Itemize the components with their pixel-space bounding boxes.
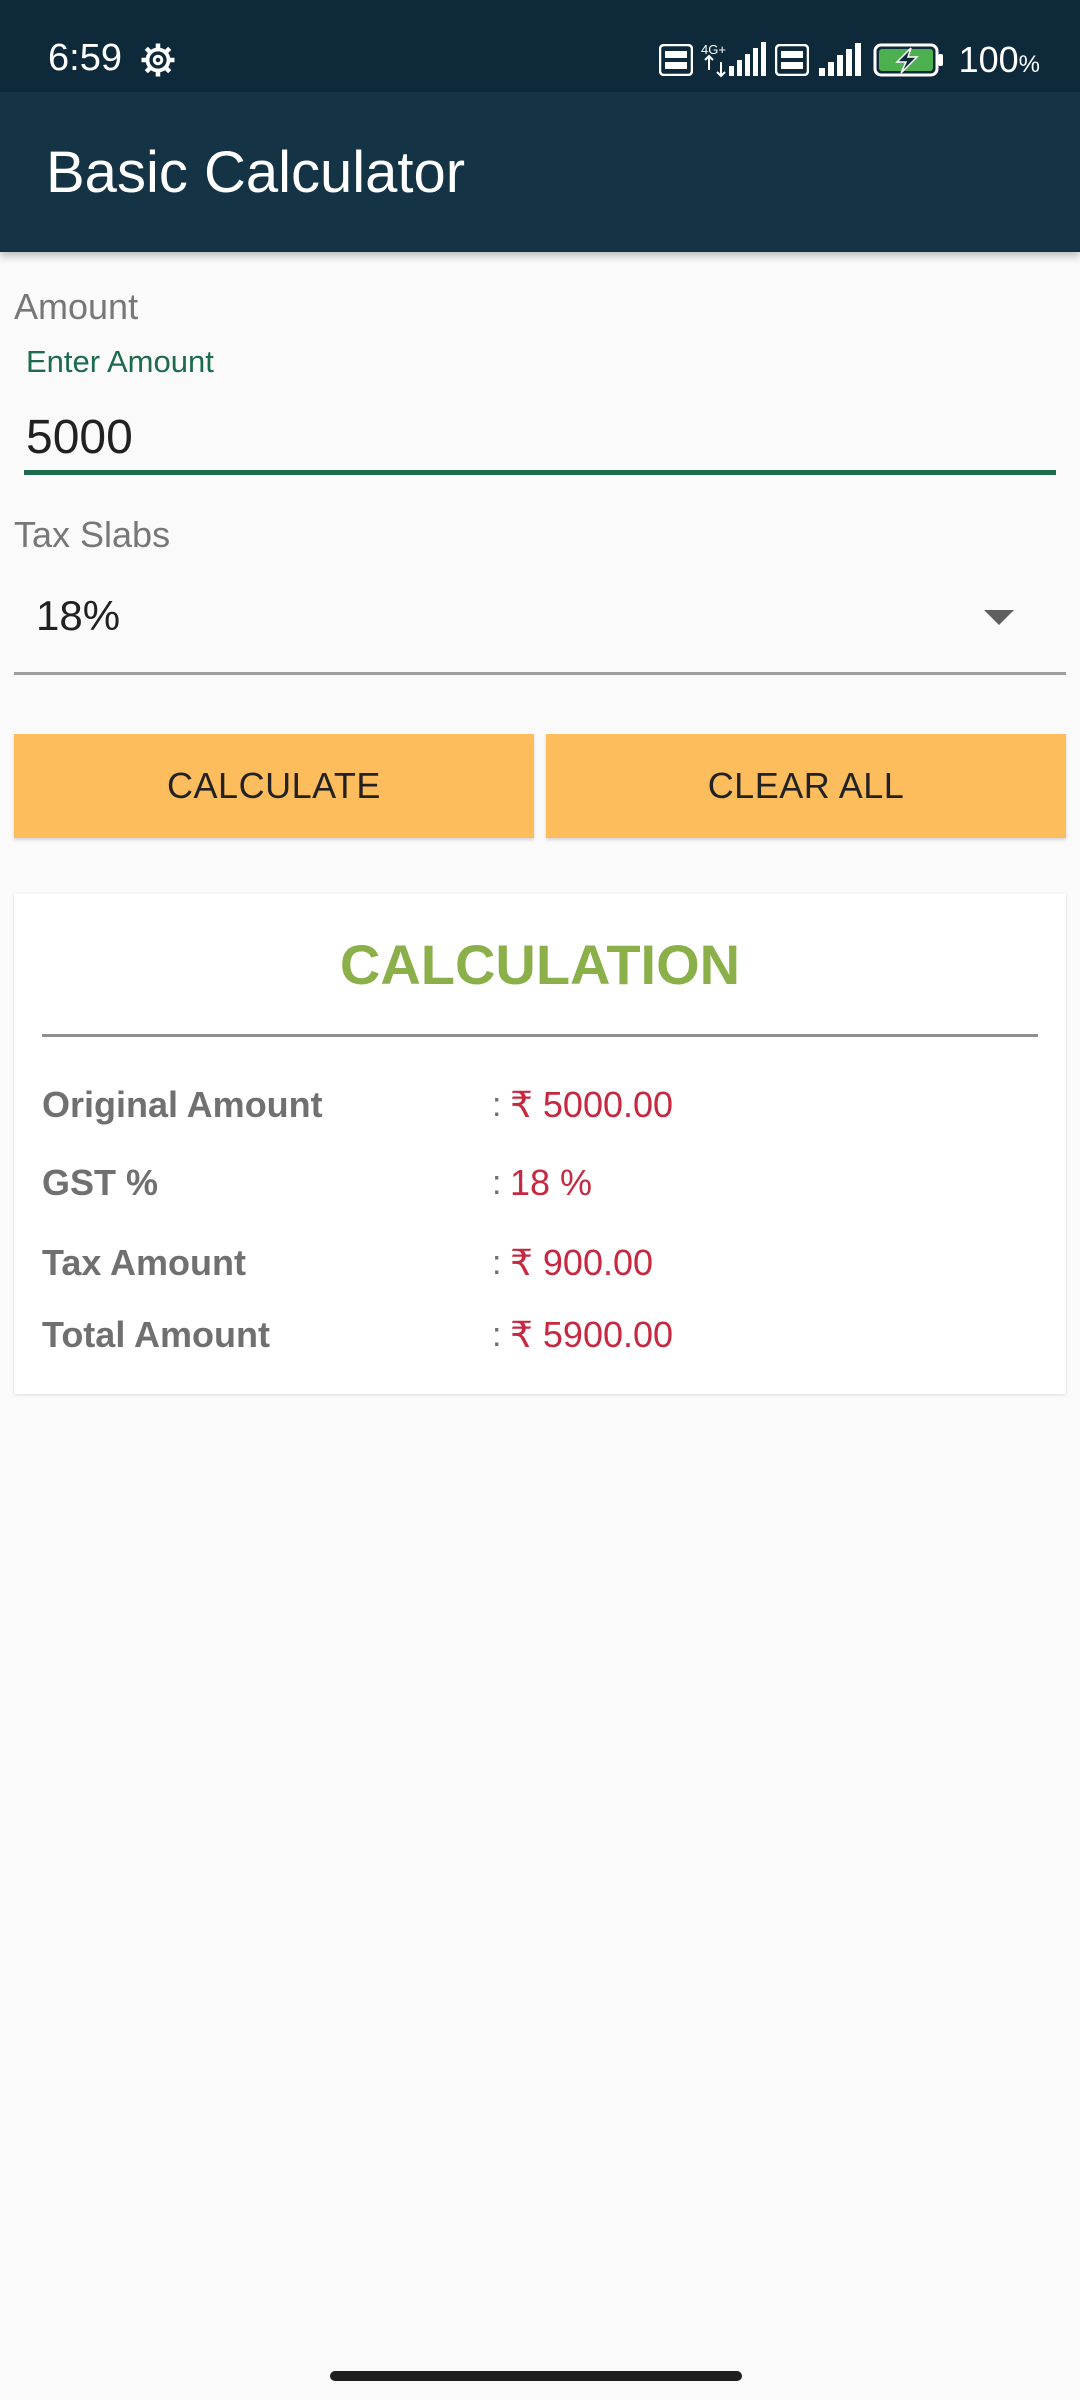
original-amount-value: ₹ 5000.00: [510, 1084, 674, 1125]
volte-icon: [658, 44, 693, 76]
status-time: 6:59: [48, 37, 122, 79]
status-icons: 4G+ 100%: [658, 38, 1040, 82]
total-amount-value: ₹ 5900.00: [510, 1314, 674, 1355]
amount-section-label: Amount: [14, 286, 139, 327]
amount-input[interactable]: [26, 400, 1056, 474]
status-bar: 6:59 4G+ 100%: [0, 0, 1080, 92]
volte-icon-2: [774, 44, 809, 76]
dropdown-arrow-icon: [984, 610, 1014, 625]
app-title: Basic Calculator: [46, 140, 466, 205]
clear-all-button[interactable]: CLEAR ALL: [546, 734, 1066, 838]
calculation-card: CALCULATION Original Amount : ₹ 5000.00 …: [14, 894, 1066, 1394]
tax-amount-value: ₹ 900.00: [510, 1242, 654, 1283]
svg-text:4G+: 4G+: [701, 42, 726, 57]
total-amount-label: Total Amount: [42, 1314, 270, 1355]
calculate-button[interactable]: CALCULATE: [14, 734, 534, 838]
calculation-divider: [42, 1034, 1038, 1037]
amount-floating-hint: Enter Amount: [26, 344, 214, 379]
gst-percent-value: 18 %: [510, 1162, 593, 1203]
amount-input-underline: [24, 470, 1056, 475]
tax-slab-dropdown[interactable]: 18%: [14, 580, 1066, 676]
tax-slab-selected-value: 18%: [36, 592, 121, 639]
row-separator: :: [492, 1164, 502, 1202]
gear-icon: [141, 43, 175, 77]
tax-amount-label: Tax Amount: [42, 1242, 246, 1283]
calculation-title: CALCULATION: [339, 933, 741, 996]
signal-4g-icon: 4G+: [701, 42, 766, 78]
gst-percent-label: GST %: [42, 1162, 159, 1203]
home-gesture-bar[interactable]: [330, 2371, 742, 2381]
battery-charging-icon: [873, 43, 943, 77]
signal-icon: [818, 43, 861, 76]
row-separator: :: [492, 1244, 502, 1282]
row-separator: :: [492, 1086, 502, 1124]
app-bar: Basic Calculator: [0, 92, 1080, 252]
tax-slab-underline: [14, 672, 1066, 675]
original-amount-label: Original Amount: [42, 1084, 323, 1125]
tax-slabs-label: Tax Slabs: [14, 514, 171, 555]
row-separator: :: [492, 1316, 502, 1354]
battery-percent: 100%: [958, 39, 1040, 80]
